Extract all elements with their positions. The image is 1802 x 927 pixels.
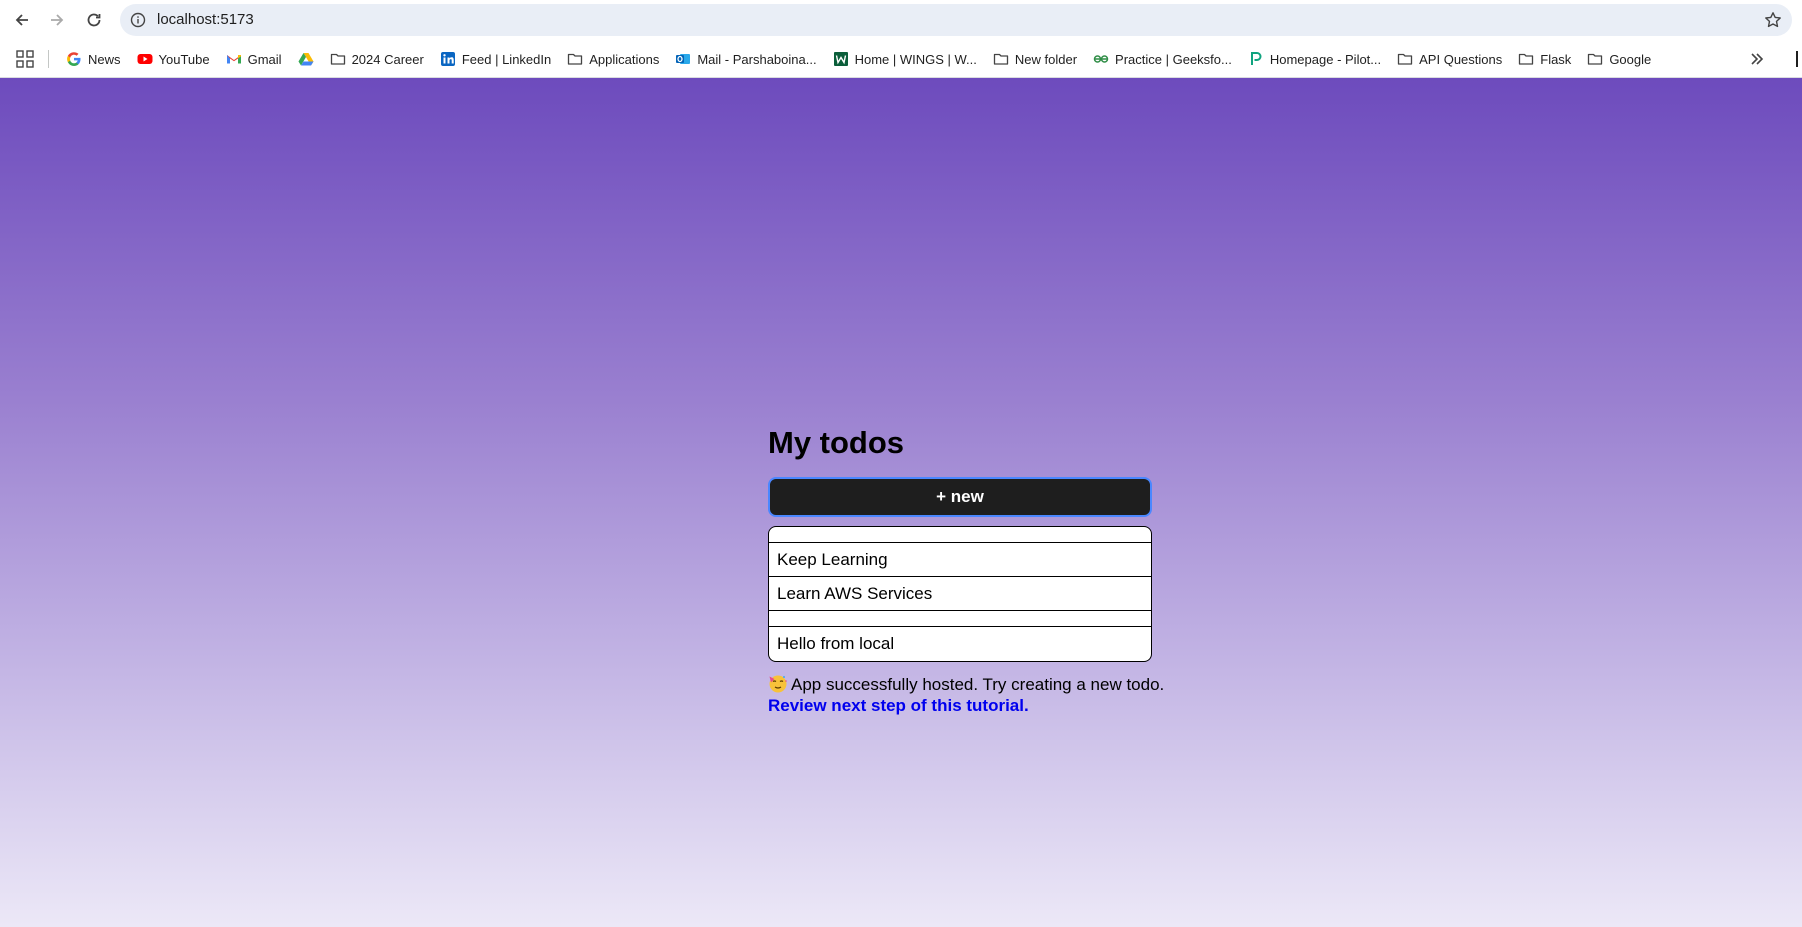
bookmark-item[interactable]: Feed | LinkedIn [432,45,559,73]
forward-button[interactable] [43,6,71,34]
bookmark-item[interactable]: New folder [985,45,1085,73]
page-title: My todos [768,425,905,460]
new-todo-button[interactable]: + new [768,477,1152,517]
google-drive-icon [298,51,314,67]
pilot-icon [1248,51,1264,67]
todo-item[interactable]: Learn AWS Services [769,577,1151,611]
page-viewport: My todos + new Keep Learning Learn AWS Se… [0,78,1802,927]
chevron-double-right-icon[interactable] [1748,50,1766,68]
bookmark-label: Flask [1540,51,1572,67]
reload-icon [87,13,101,27]
bookmark-label: Applications [589,51,660,67]
bookmark-item[interactable]: 2024 Career [322,45,432,73]
bookmark-label: Practice | Geeksfo... [1115,51,1232,67]
bookmark-item[interactable]: Homepage - Pilot... [1240,45,1389,73]
bookmark-item[interactable]: Applications [559,45,667,73]
todo-list: Keep Learning Learn AWS Services Hello fro… [768,526,1152,662]
folder-icon [567,51,583,67]
bookmark-item[interactable]: News [58,45,129,73]
bookmark-item[interactable]: Mail - Parshaboina... [667,45,824,73]
bookmark-item[interactable]: Gmail [218,45,290,73]
status-text: App successfully hosted. Try creating a … [791,675,1165,694]
geeksforgeeks-icon [1093,51,1109,67]
bookmark-item[interactable]: Google [1579,45,1659,73]
bookmark-label: Feed | LinkedIn [461,51,552,67]
todo-item[interactable] [769,527,1151,543]
bookmark-item[interactable] [290,45,322,73]
linkedin-icon [440,51,456,67]
youtube-icon [137,51,153,67]
gmail-icon [226,51,242,67]
folder-icon [330,51,346,67]
reload-button[interactable] [80,6,108,34]
wings-icon [833,51,849,67]
bookmark-label: Homepage - Pilot... [1269,51,1382,67]
apps-grid-icon[interactable] [16,50,34,68]
bookmark-star-icon[interactable] [1764,11,1782,29]
bookmark-item[interactable]: Practice | Geeksfo... [1085,45,1240,73]
tutorial-link[interactable]: Review next step of this tutorial. [768,695,1152,716]
todo-item[interactable]: Keep Learning [769,543,1151,577]
arrow-left-icon [15,14,28,26]
browser-toolbar: localhost:5173 [0,0,1802,40]
folder-icon [1587,51,1603,67]
folder-icon [993,51,1009,67]
address-bar[interactable]: localhost:5173 [120,4,1792,36]
google-icon [66,51,82,67]
site-info-icon[interactable] [130,12,146,28]
bookmark-label: Home | WINGS | W... [854,51,977,67]
todo-app: My todos + new Keep Learning Learn AWS Se… [768,421,1164,716]
bookmark-item[interactable]: Flask [1510,45,1579,73]
back-button[interactable] [8,6,36,34]
bookmark-label: API Questions [1419,51,1503,67]
bookmark-label: Gmail [247,51,282,67]
bookmark-label: 2024 Career [351,51,424,67]
bookmark-label: News [88,51,121,67]
bookmark-list: News YouTube Gmail 2024 Career Feed | Linked… [58,40,1659,78]
bookmark-item[interactable]: API Questions [1389,45,1510,73]
outlook-icon [675,51,691,67]
bookmark-label: New folder [1014,51,1078,67]
side-panel-edge [1796,51,1798,67]
folder-icon [1518,51,1534,67]
folder-icon [1397,51,1413,67]
arrow-right-icon [51,14,64,26]
bookmark-item[interactable]: Home | WINGS | W... [825,45,985,73]
todo-item[interactable] [769,611,1151,627]
bookmark-label: Mail - Parshaboina... [697,51,817,67]
bookmark-item[interactable]: YouTube [129,45,218,73]
bookmarks-bar: News YouTube Gmail 2024 Career Feed | Linked… [0,40,1802,78]
url-text[interactable]: localhost:5173 [157,4,254,36]
bookmark-label: Google [1609,51,1652,67]
todo-item[interactable]: Hello from local [769,627,1151,661]
bookmarks-divider [48,50,49,68]
bookmark-label: YouTube [158,51,210,67]
status-message: App successfully hosted. Try creating a … [768,674,1164,695]
party-face-icon [768,674,788,694]
